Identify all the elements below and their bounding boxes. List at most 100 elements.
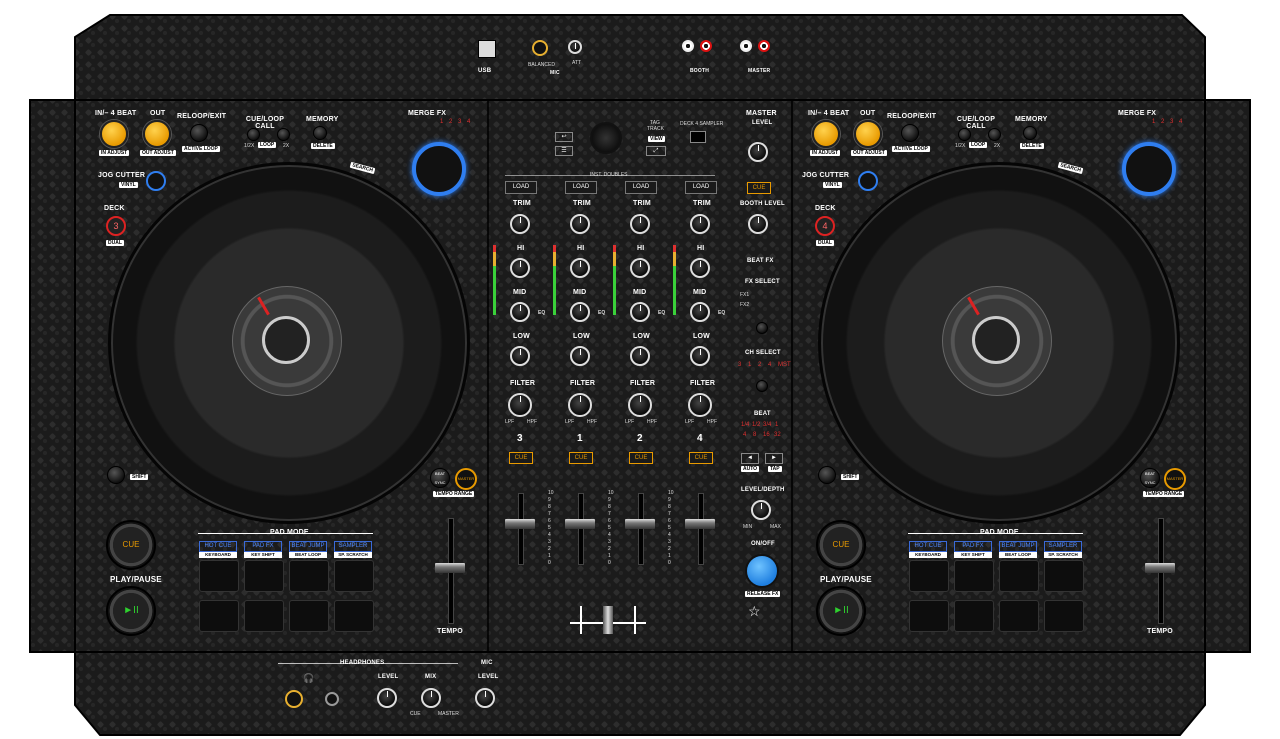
filter-knob[interactable] [568,393,592,417]
fx-on-off-button[interactable] [745,554,779,588]
phones-level-knob[interactable] [377,688,397,708]
hi-knob[interactable] [570,258,590,278]
load-button[interactable]: LOAD [625,181,657,194]
reloop-button[interactable] [190,124,208,142]
out-button[interactable] [143,120,171,148]
headphone-jack-small[interactable] [325,692,339,706]
tempo-fader[interactable] [1145,563,1175,573]
master-r-jack[interactable] [758,40,770,52]
merge-fx-knob[interactable] [412,142,466,196]
low-knob[interactable] [630,346,650,366]
trim-knob[interactable] [510,214,530,234]
pad-1[interactable] [199,560,239,592]
booth-level-knob[interactable] [748,214,768,234]
call-left-button[interactable] [958,128,971,141]
booth-l-jack[interactable] [682,40,694,52]
pad-4[interactable] [1044,560,1084,592]
merge-fx-knob[interactable] [1122,142,1176,196]
pad-6[interactable] [954,600,994,632]
mid-knob[interactable] [630,302,650,322]
headphone-jack-large[interactable] [285,690,303,708]
pad-2[interactable] [244,560,284,592]
pad-5[interactable] [909,600,949,632]
pad-2[interactable] [954,560,994,592]
call-left-button[interactable] [247,128,260,141]
pad-5[interactable] [199,600,239,632]
beat-right-button[interactable]: ► [765,453,783,464]
pad-8[interactable] [334,600,374,632]
cue-button[interactable]: CUE [106,520,156,570]
load-button[interactable]: LOAD [505,181,537,194]
beat-jump-mode[interactable]: BEAT JUMP [289,541,327,552]
memory-button[interactable] [1023,126,1037,140]
pad-fx-mode[interactable]: PAD FX [954,541,992,552]
pad-8[interactable] [1044,600,1084,632]
beat-sync-button[interactable]: BEAT SYNC [430,468,450,488]
deck4-sampler-switch[interactable] [690,131,706,143]
shift-button[interactable] [818,466,836,484]
channel-cue-button[interactable]: CUE [569,452,593,464]
sampler-mode[interactable]: SAMPLER [334,541,372,552]
mid-knob[interactable] [570,302,590,322]
in-button[interactable] [812,120,840,148]
pad-4[interactable] [334,560,374,592]
back-button[interactable]: ↩ [555,132,573,142]
low-knob[interactable] [510,346,530,366]
pad-fx-mode[interactable]: PAD FX [244,541,282,552]
crossfader[interactable] [603,606,613,634]
beat-left-button[interactable]: ◄ [741,453,759,464]
sampler-mode[interactable]: SAMPLER [1044,541,1082,552]
att-knob[interactable] [568,40,582,54]
browse-button[interactable]: ☰ [555,146,573,156]
hi-knob[interactable] [510,258,530,278]
out-button[interactable] [854,120,882,148]
beat-sync-button[interactable]: BEAT SYNC [1140,468,1160,488]
phones-mix-knob[interactable] [421,688,441,708]
master-button[interactable]: MASTER [1164,468,1186,490]
master-button[interactable]: MASTER [455,468,477,490]
hi-knob[interactable] [630,258,650,278]
mic-jack[interactable] [532,40,548,56]
mid-knob[interactable] [690,302,710,322]
memory-button[interactable] [313,126,327,140]
call-right-button[interactable] [988,128,1001,141]
reloop-button[interactable] [901,124,919,142]
master-level-knob[interactable] [748,142,768,162]
hi-knob[interactable] [690,258,710,278]
hot-cue-mode[interactable]: HOT CUE [909,541,947,552]
in-button[interactable] [100,120,128,148]
ch-select-button[interactable] [756,380,768,392]
deck-button[interactable]: 4 [815,216,835,236]
beat-jump-mode[interactable]: BEAT JUMP [999,541,1037,552]
pad-6[interactable] [244,600,284,632]
tempo-fader[interactable] [435,563,465,573]
booth-r-jack[interactable] [700,40,712,52]
mic-level-knob[interactable] [475,688,495,708]
master-cue-button[interactable]: CUE [747,182,771,194]
low-knob[interactable] [690,346,710,366]
trim-knob[interactable] [630,214,650,234]
filter-knob[interactable] [688,393,712,417]
trim-knob[interactable] [570,214,590,234]
load-button[interactable]: LOAD [685,181,717,194]
pad-7[interactable] [999,600,1039,632]
pad-1[interactable] [909,560,949,592]
filter-knob[interactable] [508,393,532,417]
level-depth-knob[interactable] [751,500,771,520]
pad-3[interactable] [289,560,329,592]
channel-fader[interactable] [685,519,715,529]
pad-3[interactable] [999,560,1039,592]
view-button[interactable]: ⤢ [646,146,666,156]
low-knob[interactable] [570,346,590,366]
master-l-jack[interactable] [740,40,752,52]
play-pause-button[interactable]: ►II [106,586,156,636]
load-button[interactable]: LOAD [565,181,597,194]
jog-cutter-button[interactable] [858,171,878,191]
cue-button[interactable]: CUE [816,520,866,570]
pad-7[interactable] [289,600,329,632]
mid-knob[interactable] [510,302,530,322]
channel-fader[interactable] [565,519,595,529]
channel-cue-button[interactable]: CUE [509,452,533,464]
shift-button[interactable] [107,466,125,484]
filter-knob[interactable] [628,393,652,417]
